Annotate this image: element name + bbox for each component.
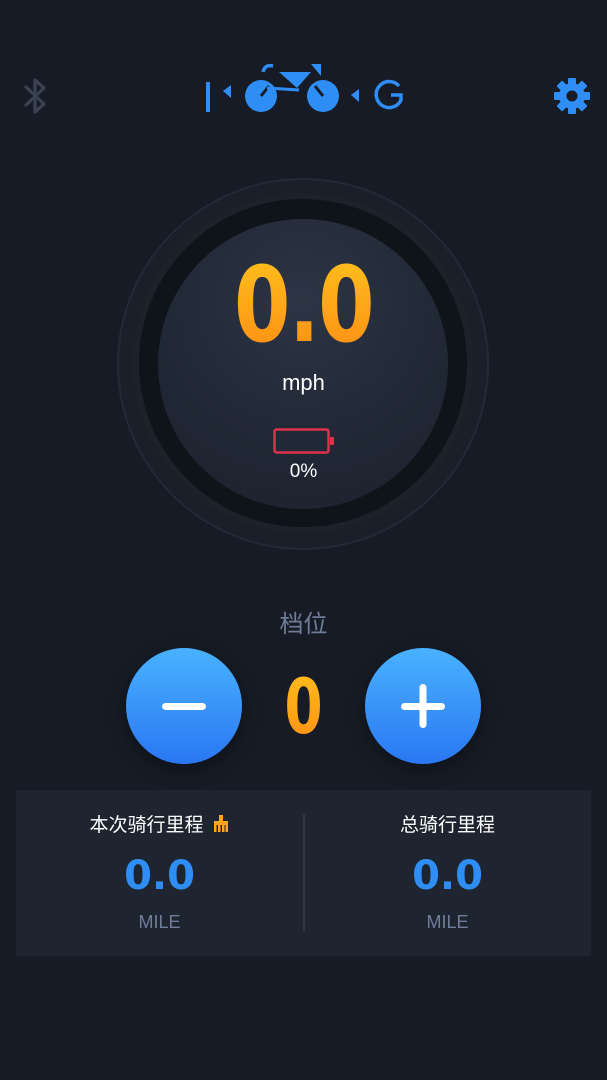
trip-mileage-value: 0.0 — [124, 853, 195, 899]
trip-mileage: 本次骑行里程 0.0 MILE — [16, 790, 303, 956]
speed-value: 0.0 — [67, 250, 540, 360]
total-mileage: 总骑行里程 0.0 MILE — [304, 790, 591, 956]
battery-icon — [273, 428, 335, 454]
trip-mileage-unit: MILE — [138, 912, 181, 932]
trip-mileage-label: 本次骑行里程 — [89, 814, 204, 836]
speed-unit: mph — [282, 370, 325, 395]
broom-icon[interactable] — [212, 815, 230, 833]
gear-icon[interactable] — [552, 76, 592, 116]
bike-logo-icon — [195, 58, 415, 118]
mileage-panel: 本次骑行里程 0.0 MILE 总骑行里程 0.0 MILE — [16, 790, 591, 956]
battery-percent: 0% — [289, 461, 318, 482]
app-screen: 0.0 mph 0% 档位 0 本次骑行里程 0.0 MILE 总骑行里程 0.… — [0, 0, 607, 1080]
gear-label: 档位 — [279, 610, 328, 638]
bluetooth-icon[interactable] — [18, 76, 52, 116]
total-mileage-unit: MILE — [426, 912, 469, 932]
plus-icon — [401, 684, 445, 728]
gear-increase-button[interactable] — [365, 648, 481, 764]
trip-mileage-title: 本次骑行里程 — [16, 810, 303, 837]
total-mileage-value: 0.0 — [412, 853, 483, 899]
total-mileage-title: 总骑行里程 — [399, 814, 495, 836]
